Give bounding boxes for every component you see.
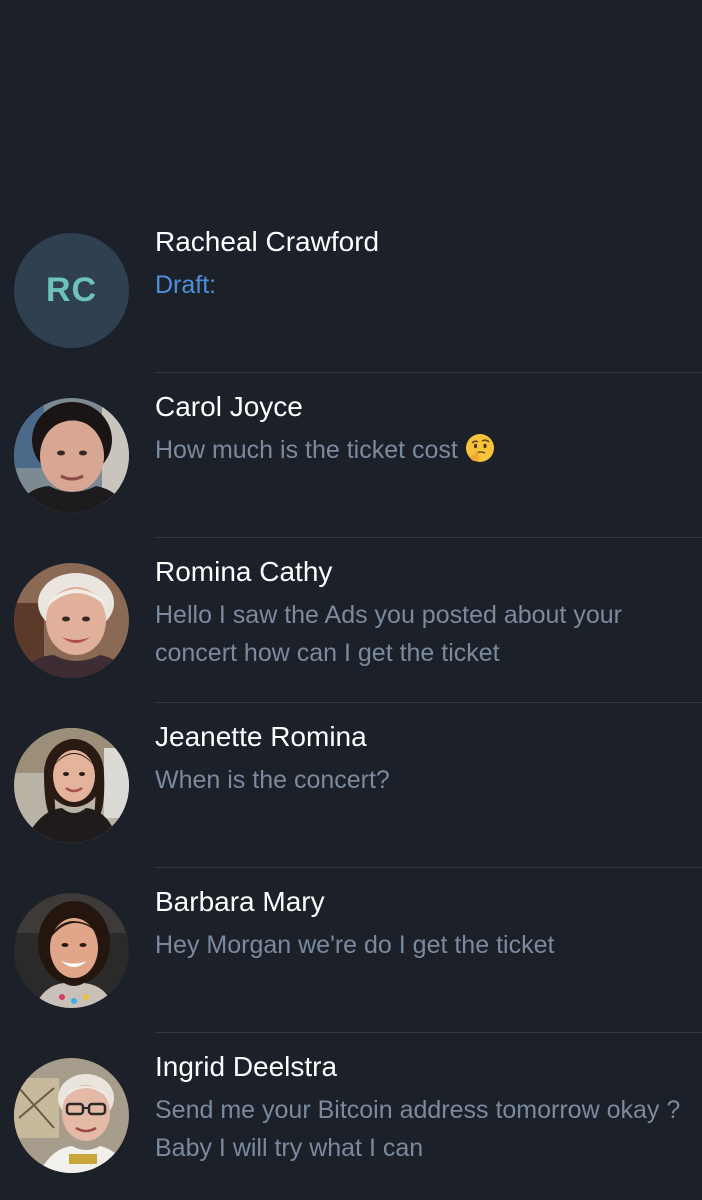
chat-preview: Hey Morgan we're do I get the ticket xyxy=(155,931,555,959)
chat-preview-draft: Draft: xyxy=(155,271,217,299)
chat-item-romina-cathy[interactable]: Romina Cathy Hello I saw the Ads you pos… xyxy=(0,538,702,703)
chat-item-ingrid-deelstra[interactable]: Ingrid Deelstra Send me your Bitcoin add… xyxy=(0,1033,702,1198)
chat-name: Jeanette Romina xyxy=(155,721,367,752)
chat-preview: When is the concert? xyxy=(155,766,390,794)
chat-name: Romina Cathy xyxy=(155,556,333,587)
chat-preview: Hello I saw the Ads you posted about you… xyxy=(155,601,622,667)
avatar: RC xyxy=(14,233,129,348)
chat-list: RC Racheal Crawford Draft: Carol Joyce H… xyxy=(0,208,702,1198)
avatar xyxy=(14,728,129,843)
chat-name: Racheal Crawford xyxy=(155,226,380,257)
chat-name: Barbara Mary xyxy=(155,886,325,917)
avatar xyxy=(14,563,129,678)
chat-name: Carol Joyce xyxy=(155,391,303,422)
chat-item-barbara-mary[interactable]: Barbara Mary Hey Morgan we're do I get t… xyxy=(0,868,702,1033)
chat-item-racheal-crawford[interactable]: RC Racheal Crawford Draft: xyxy=(0,208,702,373)
chat-name: Ingrid Deelstra xyxy=(155,1051,338,1082)
chat-preview-text: How much is the ticket cost xyxy=(155,436,458,464)
chat-item-jeanette-romina[interactable]: Jeanette Romina When is the concert? xyxy=(0,703,702,868)
avatar xyxy=(14,398,129,513)
avatar xyxy=(14,893,129,1008)
chat-preview: How much is the ticket cost xyxy=(155,431,685,469)
avatar-initials: RC xyxy=(45,271,98,309)
chat-preview: Send me your Bitcoin address tomorrow ok… xyxy=(155,1096,681,1162)
chat-item-carol-joyce[interactable]: Carol Joyce How much is the ticket cost xyxy=(0,373,702,538)
avatar xyxy=(14,1058,129,1173)
thinking-face-icon xyxy=(464,432,496,464)
